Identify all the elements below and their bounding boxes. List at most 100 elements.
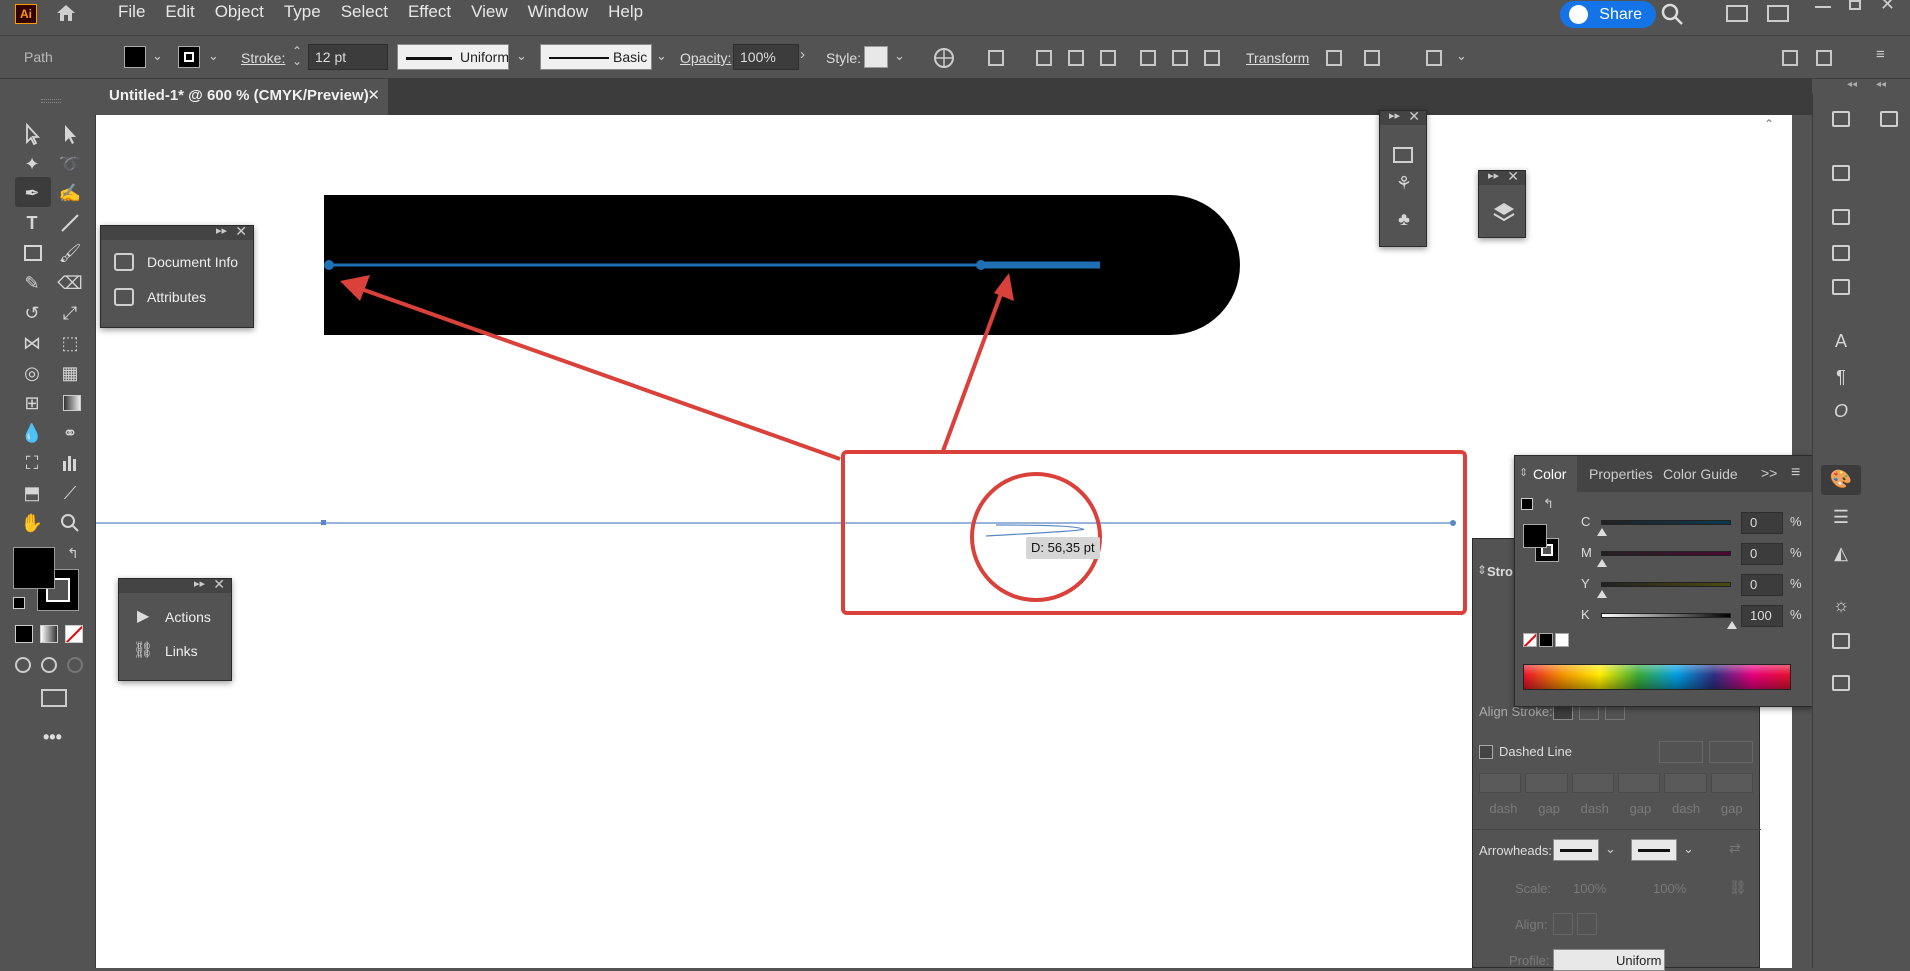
panel-menu-icon[interactable]: ≡	[1876, 46, 1885, 63]
actions-item[interactable]: ▶ Actions	[119, 601, 231, 633]
tab-properties[interactable]: Properties	[1589, 466, 1653, 482]
dashed-line-checkbox[interactable]	[1479, 745, 1493, 759]
toolbar-grip[interactable]	[41, 99, 61, 103]
end-arrowhead-select[interactable]	[1631, 839, 1677, 861]
selection-tool-icon[interactable]	[19, 122, 45, 146]
shaper-tool-icon[interactable]: ✎	[19, 271, 45, 295]
share-button[interactable]: Share	[1560, 1, 1656, 28]
default-fill-stroke-icon[interactable]	[1521, 498, 1533, 510]
fill-swatch[interactable]	[124, 46, 146, 68]
home-icon[interactable]	[55, 3, 77, 23]
scale-end-value[interactable]: 100%	[1653, 881, 1686, 896]
symbols-icon[interactable]: ♣	[1391, 207, 1417, 233]
channel-value-m[interactable]: 0	[1741, 543, 1783, 565]
brush-definition[interactable]: Basic	[540, 44, 652, 70]
collapse-dock-icon[interactable]: ◂◂	[1847, 79, 1857, 90]
start-arrowhead-chevron-icon[interactable]: ⌄	[1605, 841, 1616, 857]
gradient-panel-icon[interactable]	[1828, 671, 1854, 697]
minimize-icon[interactable]	[1815, 6, 1831, 8]
tab-color-guide[interactable]: Color Guide	[1663, 466, 1738, 482]
arrow-align-extend-icon[interactable]	[1553, 913, 1573, 935]
menu-file[interactable]: File	[108, 0, 155, 27]
stroke-swatch[interactable]	[178, 46, 200, 68]
width-tool-icon[interactable]: ⋈	[19, 331, 45, 355]
style-chevron-icon[interactable]: ⌄	[894, 48, 905, 64]
slice-tool-icon[interactable]: ⟋	[57, 481, 83, 505]
paintbrush-tool-icon[interactable]: 🖌	[57, 241, 83, 265]
type-tool-icon[interactable]: T	[19, 211, 45, 235]
menu-help[interactable]: Help	[598, 0, 653, 27]
menu-edit[interactable]: Edit	[155, 0, 204, 27]
menu-view[interactable]: View	[461, 0, 518, 27]
eraser-tool-icon[interactable]: ⌫	[57, 271, 83, 295]
rotate-tool-icon[interactable]: ↺	[19, 301, 45, 325]
slider-thumb-y[interactable]	[1597, 590, 1607, 598]
arrange-documents-icon[interactable]	[1778, 46, 1802, 70]
channel-value-c[interactable]: 0	[1741, 512, 1783, 534]
dash-field[interactable]	[1571, 773, 1614, 793]
character-icon[interactable]: A	[1828, 329, 1854, 355]
slider-track-m[interactable]	[1601, 551, 1731, 556]
layers-icon[interactable]	[1491, 199, 1517, 225]
panel-title-bar[interactable]: ▸▸ ✕	[119, 576, 231, 593]
dash-align-icon[interactable]	[1709, 741, 1753, 763]
panel-layout-icon[interactable]	[1767, 5, 1789, 22]
blend-tool-icon[interactable]: ⚭	[57, 421, 83, 445]
channel-value-y[interactable]: 0	[1741, 574, 1783, 596]
maximize-icon[interactable]	[1849, 0, 1861, 10]
stroke-stepper-icon[interactable]: ⌃ ⌄	[292, 45, 302, 67]
none-swatch[interactable]	[1523, 633, 1537, 647]
menu-effect[interactable]: Effect	[398, 0, 461, 27]
libraries-panel-icon[interactable]	[1876, 107, 1902, 133]
start-arrowhead-select[interactable]	[1553, 839, 1599, 861]
document-tab[interactable]: Untitled-1* @ 600 % (CMYK/Preview) ✕	[96, 79, 388, 115]
color-spectrum[interactable]	[1523, 664, 1791, 690]
variable-width-profile[interactable]: Uniform	[397, 44, 509, 70]
color-mode-icon[interactable]	[15, 625, 33, 643]
close-tab-icon[interactable]: ✕	[367, 79, 380, 113]
collapse-far-dock-icon[interactable]: ◂◂	[1876, 79, 1886, 90]
none-mode-icon[interactable]	[65, 625, 83, 643]
attributes-item[interactable]: Attributes	[101, 281, 253, 313]
document-info-item[interactable]: Document Info	[101, 246, 253, 278]
workspace-icon[interactable]	[1726, 5, 1748, 22]
brushes-icon[interactable]: ⚘	[1391, 171, 1417, 197]
menu-type[interactable]: Type	[274, 0, 331, 27]
swap-fill-stroke-icon[interactable]: ↰	[1543, 496, 1554, 512]
fill-mini-box[interactable]	[1523, 524, 1547, 548]
libraries-icon[interactable]	[1393, 147, 1413, 163]
transform-panel-icon[interactable]	[1828, 205, 1854, 231]
line-segment-tool-icon[interactable]	[57, 211, 83, 235]
expand-panel-icon[interactable]: >>	[1761, 465, 1777, 481]
close-window-icon[interactable]: ✕	[1880, 0, 1895, 15]
end-arrowhead-chevron-icon[interactable]: ⌄	[1683, 841, 1694, 857]
gradient-mode-icon[interactable]	[40, 625, 58, 643]
align-right-icon[interactable]	[1096, 46, 1120, 70]
hand-tool-icon[interactable]: ✋	[19, 511, 45, 535]
control-panel-menu-icon[interactable]	[1812, 46, 1836, 70]
gradient-tool-icon[interactable]	[63, 395, 81, 411]
draw-normal-icon[interactable]	[15, 657, 31, 673]
draw-behind-icon[interactable]	[41, 657, 57, 673]
appearance-icon[interactable]: ☼	[1828, 593, 1854, 619]
menu-select[interactable]: Select	[331, 0, 398, 27]
stroke-panel-title[interactable]: Stro	[1487, 564, 1513, 579]
slider-thumb-m[interactable]	[1597, 559, 1607, 567]
link-scale-icon[interactable]: ⛓	[1729, 879, 1747, 896]
panel-title-bar[interactable]: ▸▸ ✕	[1479, 168, 1525, 185]
swap-arrowheads-icon[interactable]: ⇄	[1729, 840, 1741, 857]
panel-title-bar[interactable]: ▸▸ ✕	[1380, 108, 1426, 125]
mesh-tool-icon[interactable]: ⊞	[19, 391, 45, 415]
draw-inside-icon[interactable]	[67, 657, 83, 673]
gap-field[interactable]	[1525, 773, 1568, 793]
brush-chevron-icon[interactable]: ⌄	[656, 48, 667, 64]
align-left-icon[interactable]	[1032, 46, 1056, 70]
fill-color-front[interactable]	[13, 547, 55, 589]
gap-field[interactable]	[1710, 773, 1753, 793]
screen-mode-icon[interactable]	[41, 689, 67, 707]
more-options-icon[interactable]: ⌄	[1456, 48, 1467, 64]
profile-chevron-icon[interactable]: ⌄	[516, 48, 527, 64]
default-colors-icon[interactable]	[13, 597, 25, 609]
dash-preserve-icon[interactable]	[1659, 741, 1703, 763]
curvature-tool-icon[interactable]: ✍	[57, 181, 83, 205]
